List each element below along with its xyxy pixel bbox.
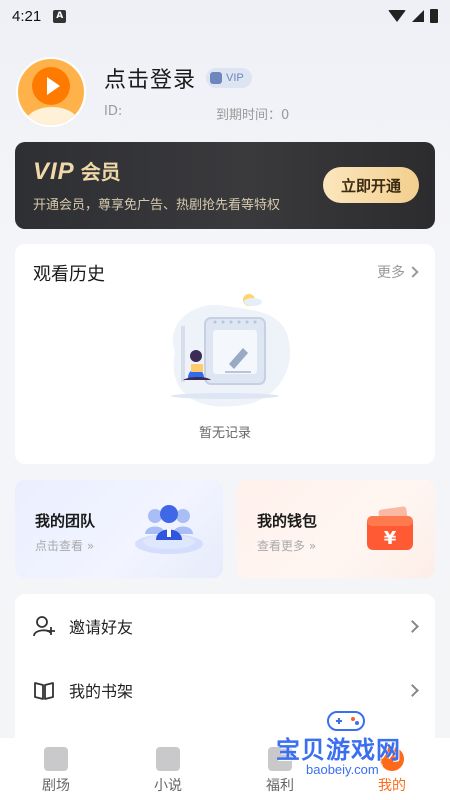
wallet-icon: ¥ xyxy=(367,506,413,550)
watch-history-card: 观看历史 更多 暂无记录 xyxy=(15,244,435,464)
chevron-right-icon xyxy=(406,683,419,697)
vip-card-title: VIP 会员 xyxy=(33,158,121,185)
clapperboard-icon xyxy=(44,747,68,771)
play-icon xyxy=(47,77,60,95)
empty-history-text: 暂无记录 xyxy=(198,426,251,441)
profile-info: 点击登录 VIP ID: 到期时间：0 xyxy=(104,62,289,123)
vip-badge-icon xyxy=(210,71,223,84)
menu-item-invite-friends[interactable]: 邀请好友 xyxy=(15,594,435,658)
status-indicators xyxy=(388,9,438,23)
my-wallet-card[interactable]: 我的钱包 查看更多 » ¥ xyxy=(237,480,435,578)
currency-symbol: ¥ xyxy=(384,528,397,549)
team-icon xyxy=(135,505,203,554)
status-bar: 4:21 A xyxy=(0,0,450,32)
signal-icon xyxy=(412,10,424,22)
vip-badge-label: VIP xyxy=(226,71,244,84)
app-notification-icon: A xyxy=(53,9,67,23)
watch-history-title: 观看历史 xyxy=(33,264,105,285)
user-id-label: ID: xyxy=(104,103,123,119)
watermark-text: 宝贝游戏网 xyxy=(276,736,401,764)
chevron-right-icon xyxy=(407,266,419,278)
my-team-title: 我的团队 xyxy=(35,512,96,530)
profile-header[interactable]: 点击登录 VIP ID: 到期时间：0 xyxy=(16,56,436,128)
my-wallet-title: 我的钱包 xyxy=(257,512,318,530)
menu-item-label: 邀请好友 xyxy=(69,618,134,637)
my-wallet-subtitle: 查看更多 » xyxy=(257,539,317,553)
menu-item-label: 我的书架 xyxy=(69,682,134,701)
gamepad-icon xyxy=(327,711,365,731)
my-team-card[interactable]: 我的团队 点击查看 » xyxy=(15,480,223,578)
nav-tab-novels[interactable]: 小说 xyxy=(112,738,224,800)
battery-icon xyxy=(430,9,438,23)
wifi-icon xyxy=(388,10,406,22)
book-icon xyxy=(34,682,54,700)
history-more-link[interactable]: 更多 xyxy=(377,262,419,282)
login-link[interactable]: 点击登录 xyxy=(104,62,196,94)
book-icon xyxy=(156,747,180,771)
my-team-subtitle: 点击查看 » xyxy=(35,539,95,553)
avatar[interactable] xyxy=(16,57,86,127)
nav-tab-theater[interactable]: 剧场 xyxy=(0,738,112,800)
watermark-url: baobeiy.com xyxy=(302,762,383,777)
expire-time-label: 到期时间：0 xyxy=(216,107,290,123)
watermark: 宝贝游戏网 baobeiy.com xyxy=(272,706,422,786)
vip-status-badge: VIP xyxy=(206,67,252,88)
status-time: 4:21 xyxy=(12,7,42,25)
chevron-right-icon xyxy=(406,619,419,633)
vip-card-description: 开通会员，尊享免广告、热剧抢先看等特权 xyxy=(33,198,281,213)
empty-history-illustration xyxy=(171,294,291,407)
open-vip-button[interactable]: 立即开通 xyxy=(323,167,419,203)
invite-user-icon xyxy=(33,616,55,637)
vip-membership-card[interactable]: VIP 会员 开通会员，尊享免广告、热剧抢先看等特权 立即开通 xyxy=(15,142,435,229)
